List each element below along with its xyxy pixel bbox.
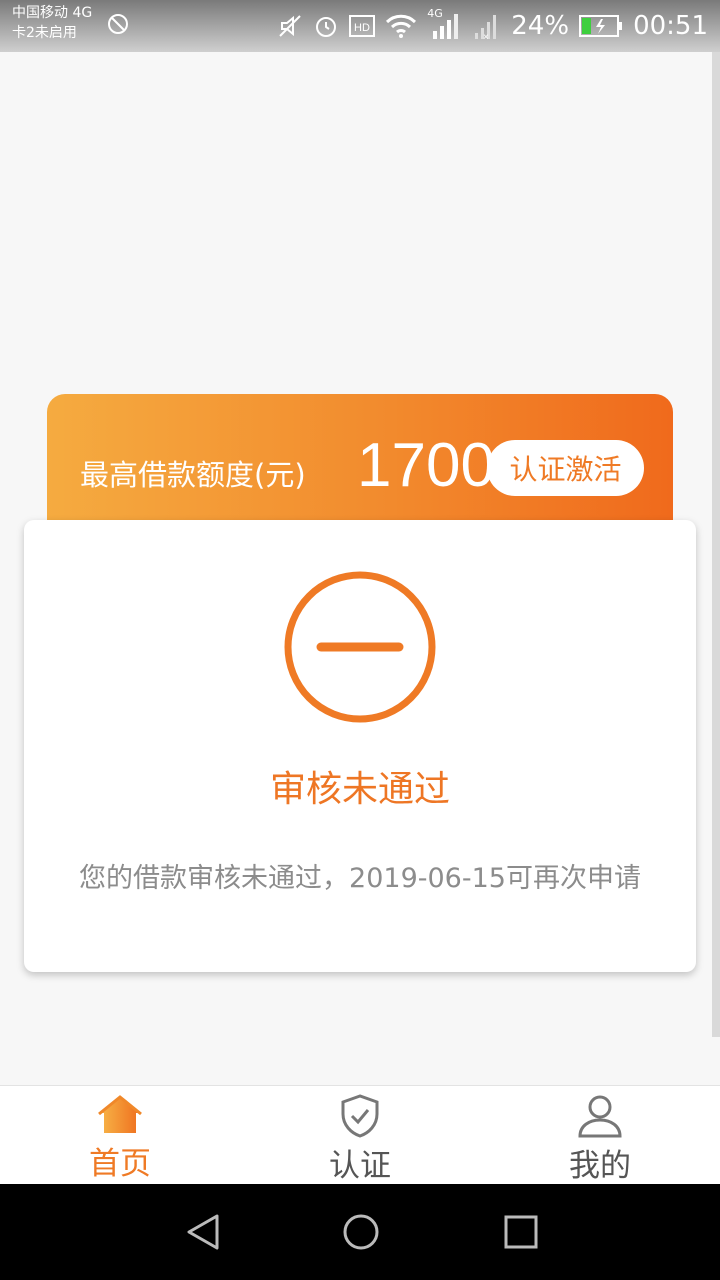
review-status-description: 您的借款审核未通过，2019-06-15可再次申请: [79, 863, 641, 894]
carrier-info: 中国移动 4G 卡2未启用: [12, 3, 92, 43]
status-bar: 中国移动 4G 卡2未启用 HD 4G × 24% 00:51: [0, 0, 720, 52]
nav-verification-label: 认证: [329, 1148, 391, 1184]
clock: 00:51: [633, 11, 708, 41]
no-alarm-icon: [108, 14, 128, 34]
home-icon: [98, 1095, 142, 1133]
carrier-line1: 中国移动 4G: [12, 5, 93, 21]
battery-charging-icon: [579, 15, 623, 37]
back-icon[interactable]: [183, 1212, 223, 1252]
credit-limit-amount: 1700: [357, 431, 495, 500]
shield-check-icon: [341, 1094, 379, 1138]
hd-icon: HD: [349, 15, 376, 37]
review-status-card: 审核未通过 您的借款审核未通过，2019-06-15可再次申请: [24, 520, 696, 972]
battery-percent: 24%: [511, 11, 570, 41]
nav-mine-label: 我的: [569, 1148, 631, 1184]
user-icon: [578, 1095, 622, 1138]
signal-no-sim-icon: ×: [475, 15, 497, 41]
svg-text:×: ×: [483, 32, 489, 41]
mute-icon: [279, 15, 301, 37]
nav-verification[interactable]: 认证: [280, 1094, 440, 1185]
nav-home-label: 首页: [89, 1146, 151, 1182]
nav-mine[interactable]: 我的: [520, 1094, 680, 1185]
system-nav-bar: [0, 1184, 720, 1280]
recents-icon[interactable]: [501, 1212, 541, 1252]
carrier-line2: 卡2未启用: [12, 25, 77, 41]
minus-circle-icon: [284, 571, 436, 723]
credit-limit-label: 最高借款额度(元): [80, 458, 306, 492]
activate-button[interactable]: 认证激活: [487, 440, 644, 496]
home-circle-icon[interactable]: [341, 1212, 381, 1252]
wifi-icon: [386, 14, 417, 38]
review-status-title: 审核未通过: [269, 769, 450, 810]
svg-text:HD: HD: [354, 22, 370, 34]
bottom-nav: 首页 认证 我的: [0, 1085, 720, 1185]
scrollbar[interactable]: [712, 52, 720, 1037]
nav-home[interactable]: 首页: [40, 1094, 200, 1183]
signal-4g-icon: 4G: [427, 7, 461, 41]
status-icons: HD 4G × 24% 00:51: [277, 7, 708, 44]
alarm-icon: [316, 17, 337, 37]
